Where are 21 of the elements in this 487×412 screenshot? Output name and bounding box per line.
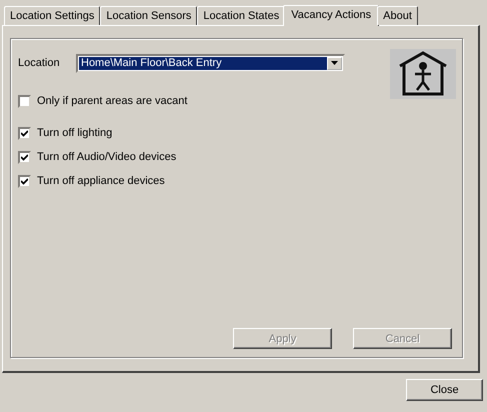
checkbox[interactable] <box>18 150 31 164</box>
tab[interactable]: About <box>377 6 418 25</box>
tab[interactable]: Location Sensors <box>100 6 198 25</box>
checkbox[interactable] <box>18 94 31 108</box>
check-icon <box>21 178 28 184</box>
close-button[interactable]: Close <box>406 379 483 401</box>
option-label: Turn off appliance devices <box>37 175 165 187</box>
option-label: Turn off Audio/Video devices <box>37 151 176 163</box>
check-icon <box>21 130 28 136</box>
checkbox[interactable] <box>18 126 31 140</box>
option-label: Only if parent areas are vacant <box>37 95 188 107</box>
option-label: Turn off lighting <box>37 127 112 139</box>
caret-icon <box>331 61 338 65</box>
check-icon <box>21 154 28 160</box>
location-label: Location <box>18 57 61 69</box>
tab[interactable]: Vacancy Actions <box>283 5 380 26</box>
location-dropdown[interactable]: Home\Main Floor\Back Entry <box>76 54 345 72</box>
tab[interactable]: Location States <box>197 6 286 25</box>
tab[interactable]: Location Settings <box>4 6 100 25</box>
house-person-icon <box>390 49 456 99</box>
checkbox[interactable] <box>18 174 31 188</box>
